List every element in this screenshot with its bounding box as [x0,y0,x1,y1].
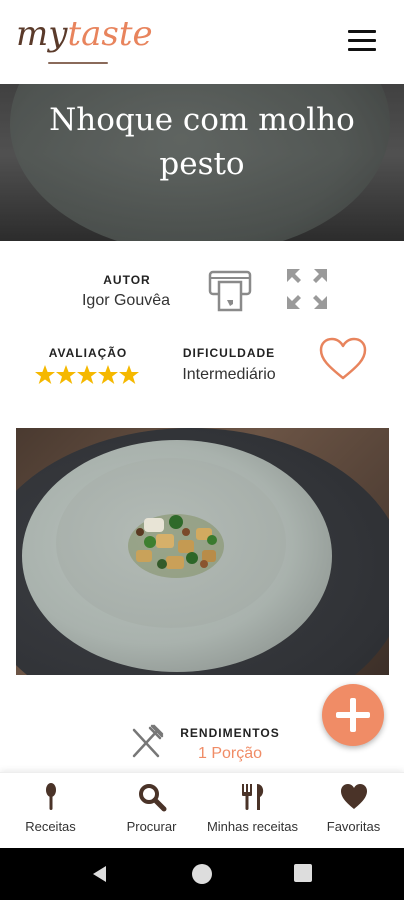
rating-label: AVALIAÇÃO [48,346,128,360]
star-icon [35,365,55,384]
nav-label: Minhas receitas [206,819,299,834]
recipe-hero: Nhoque com molho pesto [0,84,404,241]
nav-item-receitas[interactable]: Receitas [0,773,101,849]
logo-my: my [16,14,68,54]
system-navigation-bar [0,848,404,900]
star-icon [56,365,76,384]
back-icon[interactable] [90,864,110,884]
expand-icon[interactable] [284,266,330,312]
star-icon [77,365,97,384]
gnocchi-dish-image [128,514,224,578]
nav-item-minhas-receitas[interactable]: Minhas receitas [202,773,303,849]
print-icon[interactable] [207,266,253,312]
nav-label: Procurar [126,819,177,834]
author-name: Igor Gouvêa [81,292,171,309]
fork-knife-icon [132,724,164,758]
nav-label: Favoritas [326,819,381,834]
home-icon[interactable] [192,864,212,884]
recipe-photo [16,428,389,675]
star-icon [119,365,139,384]
heart-icon [341,784,367,809]
logo-taste: taste [67,14,153,54]
difficulty-label: DIFICULDADE [182,346,276,360]
yield-value: 1 Porção [197,745,263,762]
difficulty-value: Intermediário [182,366,276,383]
nav-item-favoritas[interactable]: Favoritas [303,773,404,849]
favorite-heart-icon[interactable] [318,336,368,382]
spoon-icon [46,783,56,810]
yield-label: RENDIMENTOS [180,726,280,740]
logo-underline [48,62,108,64]
nav-label: Receitas [25,819,76,834]
recipe-title: Nhoque com molho pesto [49,102,355,182]
add-plus-button[interactable] [322,684,384,746]
rating-stars [35,365,139,384]
search-icon [139,784,167,812]
recent-apps-icon[interactable] [294,864,312,882]
hamburger-menu-icon[interactable] [348,30,376,54]
cutlery-icon [242,784,264,810]
app-header: mytaste [0,0,404,84]
author-label: AUTOR [103,273,151,287]
bottom-navigation: Receitas Procurar Minhas receitas Favori… [0,772,404,848]
mytaste-logo[interactable]: mytaste [16,14,153,54]
nav-item-procurar[interactable]: Procurar [101,773,202,849]
star-icon [98,365,118,384]
